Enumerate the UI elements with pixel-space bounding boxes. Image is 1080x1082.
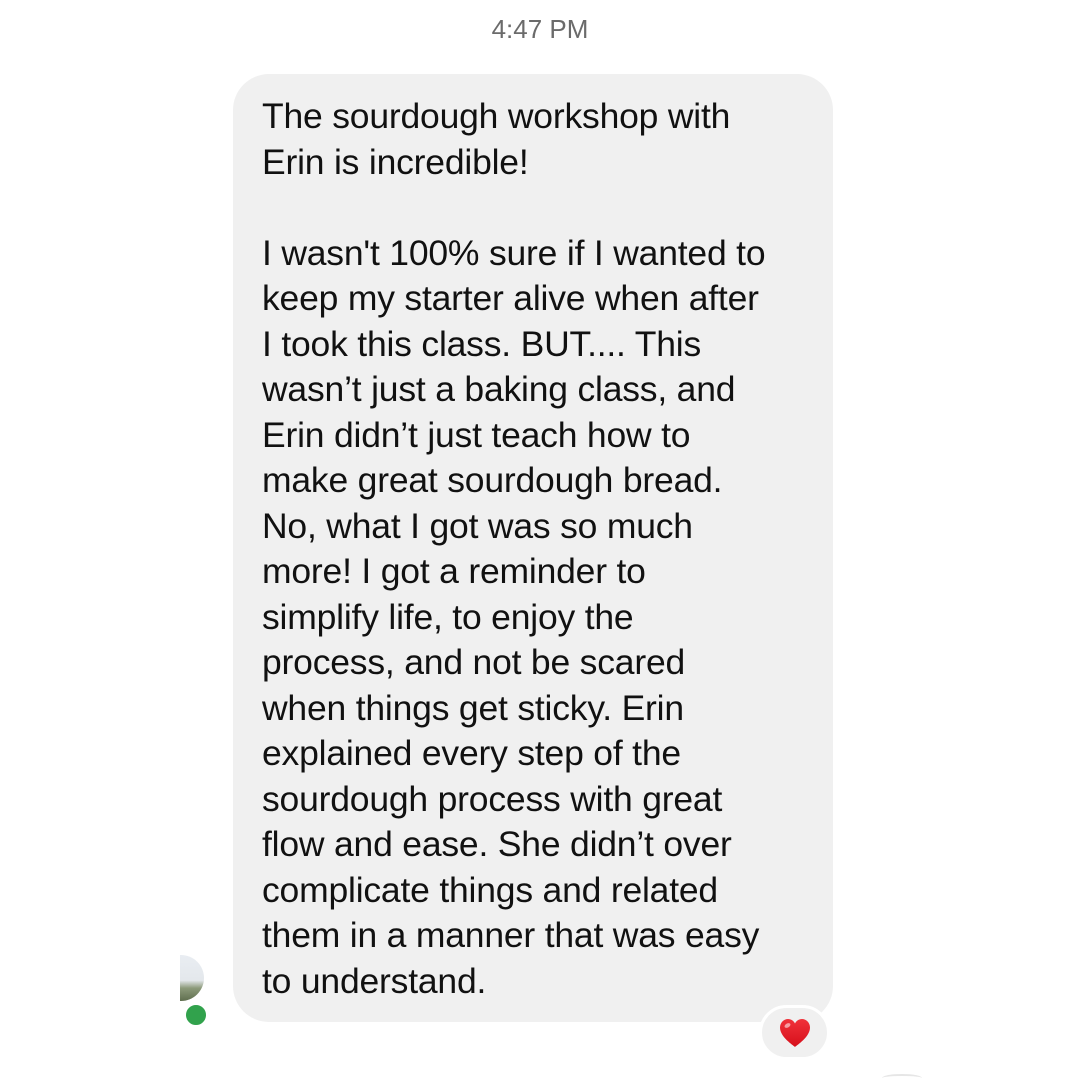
avatar-photo-icon (180, 955, 204, 1001)
message-timestamp: 4:47 PM (491, 14, 589, 44)
message-bubble[interactable]: The sourdough workshop with Erin is incr… (233, 74, 833, 1022)
online-status-icon (183, 1002, 209, 1028)
red-heart-icon (779, 1018, 810, 1047)
message-text: The sourdough workshop with Erin is incr… (262, 96, 766, 1001)
reaction-badge[interactable] (759, 1005, 830, 1060)
scroll-edge-indicator (882, 1074, 922, 1082)
